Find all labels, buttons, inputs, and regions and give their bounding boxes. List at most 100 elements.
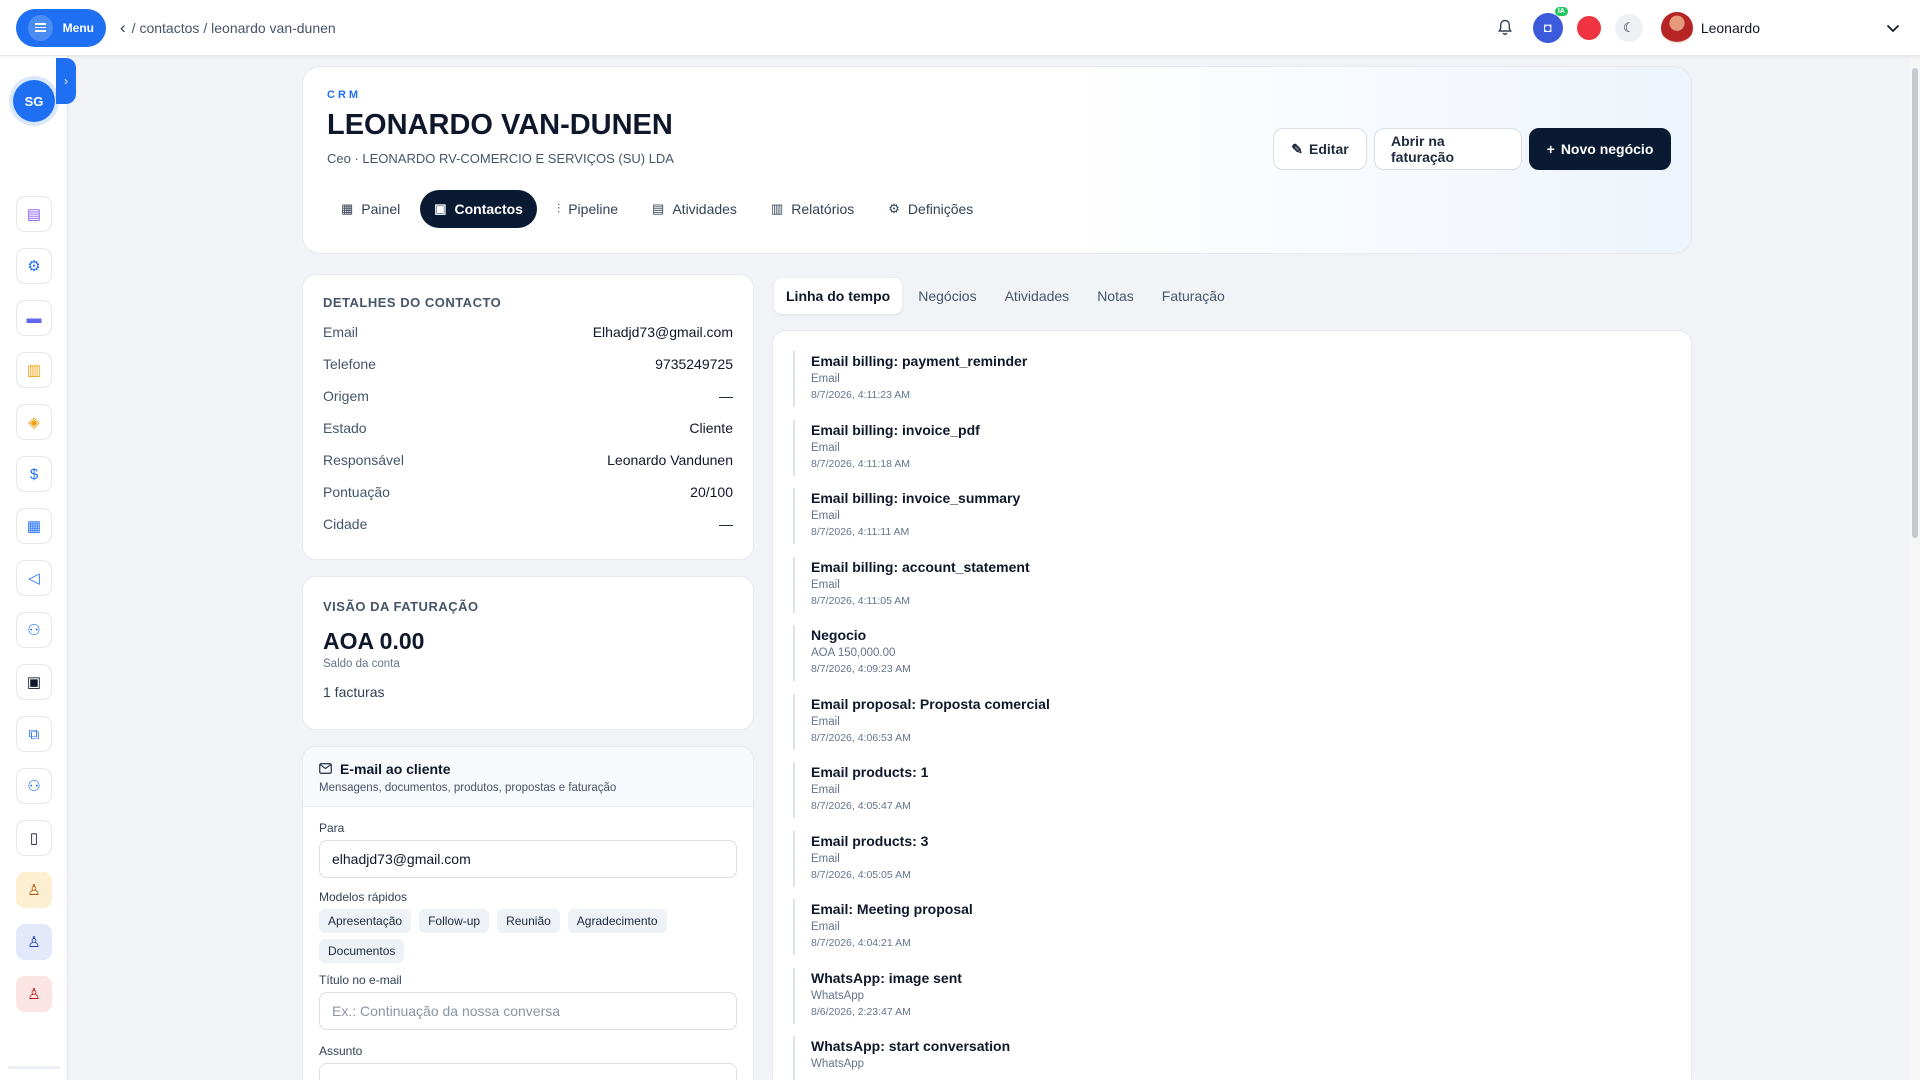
billing-overview-title: VISÃO DA FATURAÇÃO bbox=[323, 599, 479, 614]
email-title-input[interactable]: Ex.: Continuação da nossa conversa bbox=[319, 992, 737, 1030]
bell-icon[interactable] bbox=[1491, 14, 1519, 42]
tab-painel[interactable]: ▦ Painel bbox=[327, 190, 414, 228]
subtab-negocios[interactable]: Negócios bbox=[906, 278, 988, 314]
ai-assistant-button[interactable]: ◘ IA bbox=[1532, 6, 1568, 43]
subtab-timeline[interactable]: Linha do tempo bbox=[774, 278, 903, 314]
gear-icon[interactable]: ⚙ bbox=[16, 248, 52, 284]
account-balance-caption: Saldo da conta bbox=[323, 658, 400, 670]
email-card-header: E-mail ao cliente Mensagens, documentos,… bbox=[303, 747, 753, 807]
timeline-item[interactable]: Email billing: invoice_summary Email 8/7/2… bbox=[793, 488, 1673, 544]
to-field[interactable]: elhadjd73@gmail.com bbox=[319, 840, 737, 878]
books-icon[interactable]: ▥ bbox=[16, 352, 52, 388]
timeline-type: AOA 150,000.00 bbox=[811, 647, 896, 659]
timeline-time: 8/7/2026, 4:11:18 AM bbox=[811, 457, 911, 470]
timeline-type: Email bbox=[811, 441, 840, 454]
timeline-item[interactable]: Email billing: payment_reminder Email 8/7/… bbox=[793, 351, 1673, 407]
user-red-icon[interactable]: ♙ bbox=[16, 976, 52, 1012]
detail-value: Leonardo Vandunen bbox=[607, 452, 733, 468]
tab-definicoes[interactable]: ⚙ Definições bbox=[874, 190, 987, 228]
timeline-type: Email bbox=[811, 784, 840, 796]
workspace-avatar[interactable]: SG bbox=[13, 80, 55, 122]
new-deal-button[interactable]: + Novo negócio bbox=[1529, 128, 1671, 170]
page-scrollbar[interactable] bbox=[1910, 56, 1920, 1080]
subject-input[interactable] bbox=[319, 1063, 737, 1080]
to-label: Para bbox=[319, 821, 345, 835]
pipeline-icon: ⫶ bbox=[556, 201, 561, 216]
timeline-item[interactable]: Email: Meeting proposal Email 8/7/2026, 4:… bbox=[793, 899, 1673, 955]
billing-overview-card: VISÃO DA FATURAÇÃO AOA 0.00 Saldo da con… bbox=[302, 576, 754, 730]
timeline-type: WhatsApp bbox=[811, 1058, 865, 1070]
detail-label: Email bbox=[323, 324, 359, 340]
breadcrumb-contactos[interactable]: / contactos bbox=[132, 20, 200, 36]
settings-sliders-icon: ⚙ bbox=[888, 201, 900, 216]
timeline-item[interactable]: Email billing: account_statement Email 8/7… bbox=[793, 556, 1673, 613]
tab-relatorios[interactable]: ▥ Relatórios bbox=[757, 190, 868, 228]
timeline-item[interactable]: WhatsApp: start conversation WhatsApp bbox=[793, 1036, 1673, 1080]
timeline-item[interactable]: Negocio AOA 150,000.00 8/7/2026, 4:09:23 A… bbox=[793, 625, 1673, 681]
subtab-faturacao[interactable]: Faturação bbox=[1150, 278, 1237, 314]
user-menu[interactable]: Leonardo bbox=[1660, 11, 1900, 44]
edit-button[interactable]: ✎ Editar bbox=[1273, 128, 1367, 170]
breadcrumb-contact[interactable]: / leonardo van-dunen bbox=[203, 20, 335, 36]
template-chip[interactable]: Agradecimento bbox=[567, 909, 667, 933]
dashboard-icon: ▦ bbox=[341, 201, 354, 216]
sidebar: SG ▤⚙▬▥◈$▦◁⚇▣⧉⚇▯♙♙♙ ⇥ bbox=[0, 56, 68, 1080]
moon-icon[interactable]: ☾ bbox=[1614, 13, 1643, 42]
contact-details-card: DETALHES DO CONTACTO Email Elhadjd73@gmai… bbox=[302, 274, 754, 560]
status-indicator[interactable] bbox=[1576, 15, 1601, 40]
subtab-notas[interactable]: Notas bbox=[1085, 278, 1146, 314]
tab-atividades[interactable]: ▤ Atividades bbox=[638, 190, 751, 228]
timeline-time: 8/7/2026, 4:06:53 AM bbox=[811, 731, 911, 744]
tab-contactos[interactable]: ▣ Contactos bbox=[420, 190, 537, 228]
timeline-item[interactable]: Email products: 3 Email 8/7/2026, 4:05:05 … bbox=[793, 830, 1673, 887]
timeline-title: Email products: 3 bbox=[811, 832, 929, 849]
detail-value: Elhadjd73@gmail.com bbox=[592, 324, 733, 340]
timeline-type: Email bbox=[811, 852, 840, 865]
template-chip[interactable]: Follow-up bbox=[419, 909, 490, 933]
timeline-time: 8/7/2026, 4:09:23 AM bbox=[811, 663, 911, 675]
calendar-icon: ▤ bbox=[652, 201, 665, 216]
truck-icon[interactable]: ▣ bbox=[16, 664, 52, 700]
scrollbar-thumb[interactable] bbox=[1912, 68, 1918, 538]
timeline-item[interactable]: Email products: 1 Email 8/7/2026, 4:05:47 … bbox=[793, 762, 1673, 818]
detail-label: Origem bbox=[323, 388, 369, 404]
timeline-item[interactable]: Email proposal: Proposta comercial Email 8… bbox=[793, 693, 1673, 750]
store-icon[interactable]: ▦ bbox=[16, 508, 52, 544]
detail-label: Cidade bbox=[323, 516, 368, 532]
contact-card-icon: ▣ bbox=[434, 201, 447, 216]
translate-icon[interactable]: ⧉ bbox=[16, 716, 52, 752]
subtab-atividades[interactable]: Atividades bbox=[993, 278, 1082, 314]
detail-row: Origem — bbox=[323, 380, 733, 412]
detail-label: Telefone bbox=[323, 356, 376, 372]
book-icon[interactable]: ▯ bbox=[16, 820, 52, 856]
contact-subtitle: Ceo · LEONARDO RV-COMERCIO E SERVIÇOS (S… bbox=[327, 151, 674, 166]
tab-pipeline[interactable]: ⫶ Pipeline bbox=[543, 190, 632, 228]
document-icon[interactable]: ▤ bbox=[16, 196, 52, 232]
back-chevron-icon[interactable]: ‹ bbox=[120, 18, 126, 38]
timeline-title: Email billing: payment_reminder bbox=[811, 353, 1028, 369]
menu-button[interactable]: Menu bbox=[16, 8, 106, 47]
template-chip[interactable]: Reunião bbox=[497, 909, 560, 933]
timeline-time: 8/7/2026, 4:11:05 AM bbox=[811, 594, 911, 607]
timeline-item[interactable]: WhatsApp: image sent WhatsApp 8/6/2026, 2:… bbox=[793, 967, 1673, 1024]
team-icon[interactable]: ⚇ bbox=[16, 612, 52, 648]
sidebar-toggle-button[interactable]: › bbox=[56, 58, 76, 104]
user-blue-icon[interactable]: ♙ bbox=[16, 924, 52, 960]
email-card-subtitle: Mensagens, documentos, produtos, propost… bbox=[319, 782, 617, 794]
detail-value: 9735249725 bbox=[655, 356, 733, 372]
tab-label: Contactos bbox=[454, 201, 523, 217]
dollar-icon[interactable]: $ bbox=[16, 456, 52, 492]
chevron-down-icon[interactable] bbox=[1886, 20, 1900, 36]
template-chip[interactable]: Apresentação bbox=[319, 909, 412, 933]
user-yellow-icon[interactable]: ♙ bbox=[16, 872, 52, 908]
plus-icon: + bbox=[1546, 141, 1555, 157]
robot-icon: ◘ bbox=[1543, 20, 1552, 35]
box-icon[interactable]: ◈ bbox=[16, 404, 52, 440]
card-icon[interactable]: ▬ bbox=[16, 300, 52, 336]
timeline-item[interactable]: Email billing: invoice_pdf Email 8/7/2026,… bbox=[793, 419, 1673, 476]
section-eyebrow: CRM bbox=[327, 89, 362, 101]
users-icon[interactable]: ⚇ bbox=[16, 768, 52, 804]
open-billing-button[interactable]: Abrir na faturação bbox=[1374, 128, 1522, 170]
template-chip[interactable]: Documentos bbox=[319, 939, 405, 963]
megaphone-icon[interactable]: ◁ bbox=[16, 560, 52, 596]
